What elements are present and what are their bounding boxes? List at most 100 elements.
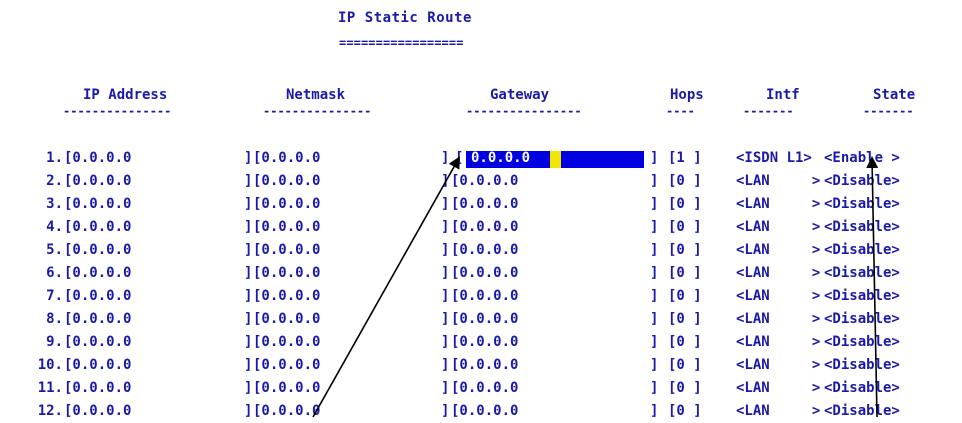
row-number: 2.: [46, 173, 63, 189]
netmask-field[interactable]: [0.0.0.0: [253, 354, 320, 377]
hops-field[interactable]: [1 ]: [668, 147, 702, 170]
state-selector[interactable]: <Disable>: [824, 331, 900, 354]
ip-address-field[interactable]: [0.0.0.0: [64, 354, 131, 377]
hops-field[interactable]: [0 ]: [668, 193, 702, 216]
title-underline: =================: [339, 36, 464, 50]
gateway-close-bracket: ]: [650, 265, 659, 281]
gateway-close-bracket: ]: [650, 380, 659, 396]
netmask-field[interactable]: [0.0.0.0: [253, 193, 320, 216]
dash-state: -------: [863, 104, 914, 118]
ip-address-close-bracket: ]: [244, 288, 253, 304]
hops-field[interactable]: [0 ]: [668, 262, 702, 285]
gateway-field[interactable]: [0.0.0.0: [451, 239, 518, 262]
netmask-close-bracket: ]: [441, 334, 450, 350]
ip-address-field[interactable]: [0.0.0.0: [64, 285, 131, 308]
state-selector[interactable]: <Disable>: [824, 193, 900, 216]
netmask-field[interactable]: [0.0.0.0: [253, 400, 320, 423]
intf-selector[interactable]: <LAN >: [736, 285, 820, 308]
gateway-close-bracket: ]: [650, 334, 659, 350]
netmask-field[interactable]: [0.0.0.0: [253, 147, 320, 170]
gateway-field[interactable]: [0.0.0.0: [451, 285, 518, 308]
state-selector[interactable]: <Disable>: [824, 239, 900, 262]
intf-selector[interactable]: <LAN >: [736, 331, 820, 354]
state-selector[interactable]: <Enable >: [824, 147, 900, 170]
ip-address-field[interactable]: [0.0.0.0: [64, 193, 131, 216]
netmask-close-bracket: ]: [441, 288, 450, 304]
netmask-close-bracket: ]: [441, 265, 450, 281]
column-header-gateway: Gateway: [490, 87, 550, 103]
intf-selector[interactable]: <LAN >: [736, 377, 820, 400]
intf-selector[interactable]: <LAN >: [736, 216, 820, 239]
gateway-field[interactable]: [0.0.0.0: [451, 193, 518, 216]
netmask-field[interactable]: [0.0.0.0: [253, 170, 320, 193]
ip-address-field[interactable]: [0.0.0.0: [64, 170, 131, 193]
intf-selector[interactable]: <LAN >: [736, 193, 820, 216]
hops-field[interactable]: [0 ]: [668, 377, 702, 400]
ip-address-field[interactable]: [0.0.0.0: [64, 262, 131, 285]
column-header-ip-address: IP Address: [83, 87, 168, 103]
gateway-field[interactable]: [0.0.0.0: [451, 216, 518, 239]
netmask-field[interactable]: [0.0.0.0: [253, 262, 320, 285]
table-row: 7. [0.0.0.0] [0.0.0.0] [0.0.0.0] [0 ] <LAN > <…: [0, 285, 962, 308]
ip-address-field[interactable]: [0.0.0.0: [64, 331, 131, 354]
ip-address-field[interactable]: [0.0.0.0: [64, 308, 131, 331]
hops-field[interactable]: [0 ]: [668, 216, 702, 239]
gateway-close-bracket: ]: [650, 219, 659, 235]
netmask-field[interactable]: [0.0.0.0: [253, 216, 320, 239]
state-selector[interactable]: <Disable>: [824, 285, 900, 308]
hops-field[interactable]: [0 ]: [668, 331, 702, 354]
dash-gateway: ----------------: [466, 104, 582, 118]
table-row: 1. [0.0.0.0] [0.0.0.0] 0.0.0.0[] [1 ] <ISDN L…: [0, 147, 962, 170]
gateway-field[interactable]: [0.0.0.0: [451, 170, 518, 193]
ip-address-field[interactable]: [0.0.0.0: [64, 239, 131, 262]
netmask-field[interactable]: [0.0.0.0: [253, 239, 320, 262]
netmask-close-bracket: ]: [441, 403, 450, 419]
intf-selector[interactable]: <LAN >: [736, 262, 820, 285]
ip-address-field[interactable]: [0.0.0.0: [64, 216, 131, 239]
intf-selector[interactable]: <LAN >: [736, 239, 820, 262]
gateway-value[interactable]: 0.0.0.0: [471, 147, 530, 170]
hops-field[interactable]: [0 ]: [668, 354, 702, 377]
intf-selector[interactable]: <LAN >: [736, 308, 820, 331]
intf-selector[interactable]: <LAN >: [736, 354, 820, 377]
gateway-field[interactable]: [0.0.0.0: [451, 308, 518, 331]
ip-address-close-bracket: ]: [244, 173, 253, 189]
row-number: 3.: [46, 196, 63, 212]
table-row: 3. [0.0.0.0] [0.0.0.0] [0.0.0.0] [0 ] <LAN > <…: [0, 193, 962, 216]
gateway-field[interactable]: [0.0.0.0: [451, 377, 518, 400]
hops-field[interactable]: [0 ]: [668, 400, 702, 423]
state-selector[interactable]: <Disable>: [824, 308, 900, 331]
state-selector[interactable]: <Disable>: [824, 216, 900, 239]
hops-field[interactable]: [0 ]: [668, 285, 702, 308]
state-selector[interactable]: <Disable>: [824, 354, 900, 377]
state-selector[interactable]: <Disable>: [824, 377, 900, 400]
state-selector[interactable]: <Disable>: [824, 400, 900, 423]
dash-hops: ----: [666, 104, 695, 118]
hops-field[interactable]: [0 ]: [668, 308, 702, 331]
table-row: 2. [0.0.0.0] [0.0.0.0] [0.0.0.0] [0 ] <LAN > <…: [0, 170, 962, 193]
netmask-field[interactable]: [0.0.0.0: [253, 285, 320, 308]
intf-selector[interactable]: <LAN >: [736, 400, 820, 423]
gateway-field[interactable]: [0.0.0.0: [451, 331, 518, 354]
netmask-field[interactable]: [0.0.0.0: [253, 308, 320, 331]
row-number: 1.: [46, 150, 63, 166]
ip-address-field[interactable]: [0.0.0.0: [64, 400, 131, 423]
gateway-field[interactable]: [0.0.0.0: [451, 354, 518, 377]
gateway-field[interactable]: [0.0.0.0: [451, 400, 518, 423]
hops-field[interactable]: [0 ]: [668, 239, 702, 262]
hops-field[interactable]: [0 ]: [668, 170, 702, 193]
ip-address-field[interactable]: [0.0.0.0: [64, 377, 131, 400]
table-row: 5. [0.0.0.0] [0.0.0.0] [0.0.0.0] [0 ] <LAN > <…: [0, 239, 962, 262]
ip-static-route-screen: IP Static Route ================= IP Add…: [0, 0, 962, 419]
ip-address-close-bracket: ]: [244, 150, 253, 166]
netmask-field[interactable]: [0.0.0.0: [253, 331, 320, 354]
gateway-field[interactable]: [0.0.0.0: [451, 262, 518, 285]
intf-selector[interactable]: <ISDN L1>: [736, 147, 812, 170]
state-selector[interactable]: <Disable>: [824, 170, 900, 193]
netmask-close-bracket: ]: [441, 357, 450, 373]
row-number: 7.: [46, 288, 63, 304]
state-selector[interactable]: <Disable>: [824, 262, 900, 285]
ip-address-field[interactable]: [0.0.0.0: [64, 147, 131, 170]
intf-selector[interactable]: <LAN >: [736, 170, 820, 193]
netmask-field[interactable]: [0.0.0.0: [253, 377, 320, 400]
